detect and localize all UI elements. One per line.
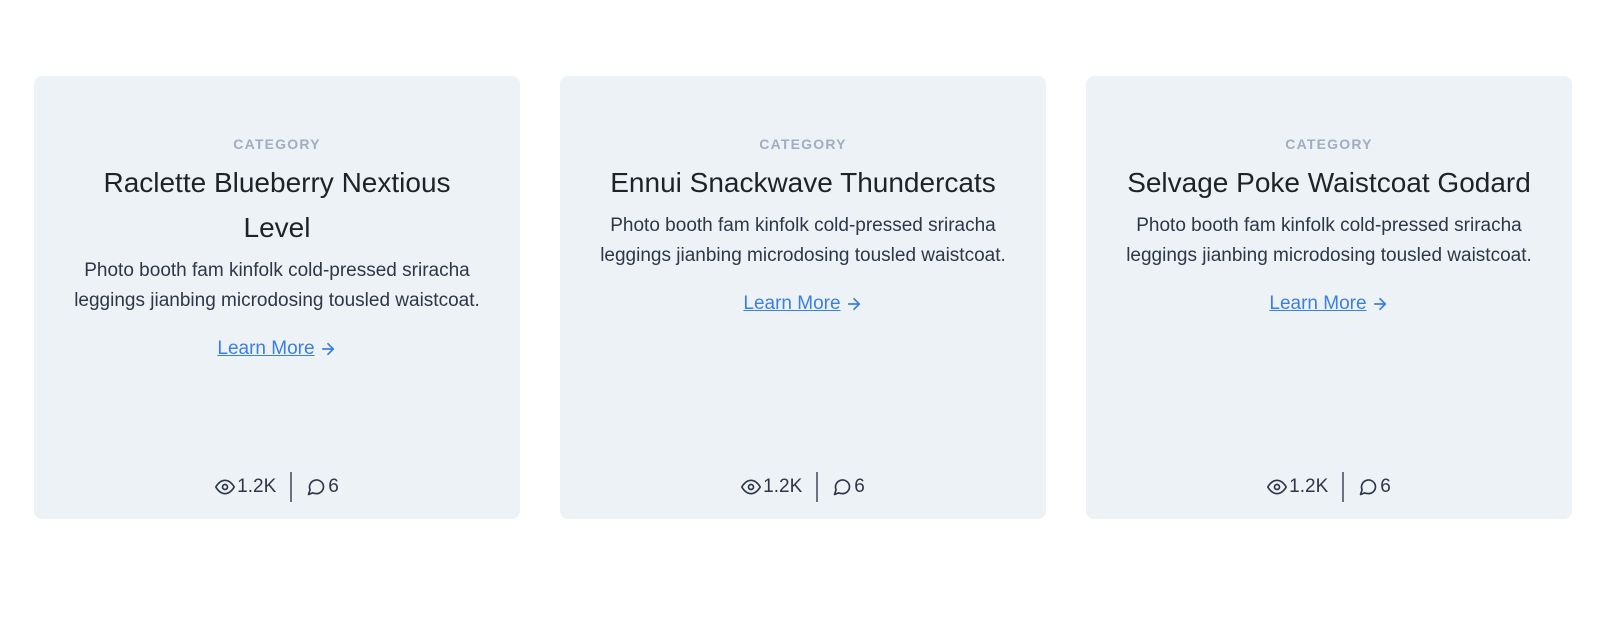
card-stats: 1.2K 6 (34, 471, 520, 503)
stats-divider (1342, 472, 1345, 502)
learn-more-link[interactable]: Learn More (743, 293, 862, 315)
article-card: CATEGORY Raclette Blueberry Nextious Lev… (34, 76, 520, 519)
arrow-right-icon (321, 342, 334, 356)
views-stat: 1.2K (215, 476, 276, 498)
comments-count: 6 (1380, 476, 1391, 497)
arrow-right-icon (847, 297, 860, 311)
views-stat: 1.2K (1267, 476, 1328, 498)
views-count: 1.2K (763, 476, 803, 497)
article-card: CATEGORY Ennui Snackwave Thundercats Pho… (560, 76, 1046, 519)
article-card: CATEGORY Selvage Poke Waistcoat Godard P… (1086, 76, 1572, 519)
card-stats: 1.2K 6 (560, 471, 1046, 503)
card-title: Selvage Poke Waistcoat Godard (1127, 167, 1531, 198)
arrow-right-icon (1373, 297, 1386, 311)
card-description: Photo booth fam kinfolk cold-pressed sri… (74, 260, 480, 311)
learn-more-link[interactable]: Learn More (217, 338, 336, 360)
comments-stat: 6 (1358, 476, 1391, 498)
chat-bubble-icon (307, 479, 325, 496)
card-body: Raclette Blueberry Nextious Level Photo … (70, 160, 484, 360)
views-count: 1.2K (1289, 476, 1329, 497)
stats-divider (290, 472, 293, 502)
learn-more-label: Learn More (1269, 293, 1367, 314)
card-category: CATEGORY (1285, 136, 1373, 152)
views-count: 1.2K (237, 476, 277, 497)
card-body: Ennui Snackwave Thundercats Photo booth … (596, 160, 1010, 315)
chat-bubble-icon (1359, 479, 1377, 496)
card-body: Selvage Poke Waistcoat Godard Photo boot… (1122, 160, 1536, 315)
stats-divider (816, 472, 819, 502)
eye-icon (215, 479, 236, 495)
learn-more-label: Learn More (217, 338, 315, 359)
card-stats: 1.2K 6 (1086, 471, 1572, 503)
learn-more-link[interactable]: Learn More (1269, 293, 1388, 315)
eye-icon (741, 479, 762, 495)
chat-bubble-icon (833, 479, 851, 496)
card-title: Ennui Snackwave Thundercats (610, 167, 996, 198)
views-stat: 1.2K (741, 476, 802, 498)
card-category: CATEGORY (233, 136, 321, 152)
card-description: Photo booth fam kinfolk cold-pressed sri… (600, 215, 1006, 266)
eye-icon (1267, 479, 1288, 495)
card-description: Photo booth fam kinfolk cold-pressed sri… (1126, 215, 1532, 266)
learn-more-label: Learn More (743, 293, 841, 314)
card-title: Raclette Blueberry Nextious Level (103, 167, 451, 243)
card-grid: CATEGORY Raclette Blueberry Nextious Lev… (34, 76, 1572, 519)
comments-stat: 6 (306, 476, 339, 498)
comments-count: 6 (328, 476, 339, 497)
comments-count: 6 (854, 476, 865, 497)
comments-stat: 6 (832, 476, 865, 498)
card-category: CATEGORY (759, 136, 847, 152)
